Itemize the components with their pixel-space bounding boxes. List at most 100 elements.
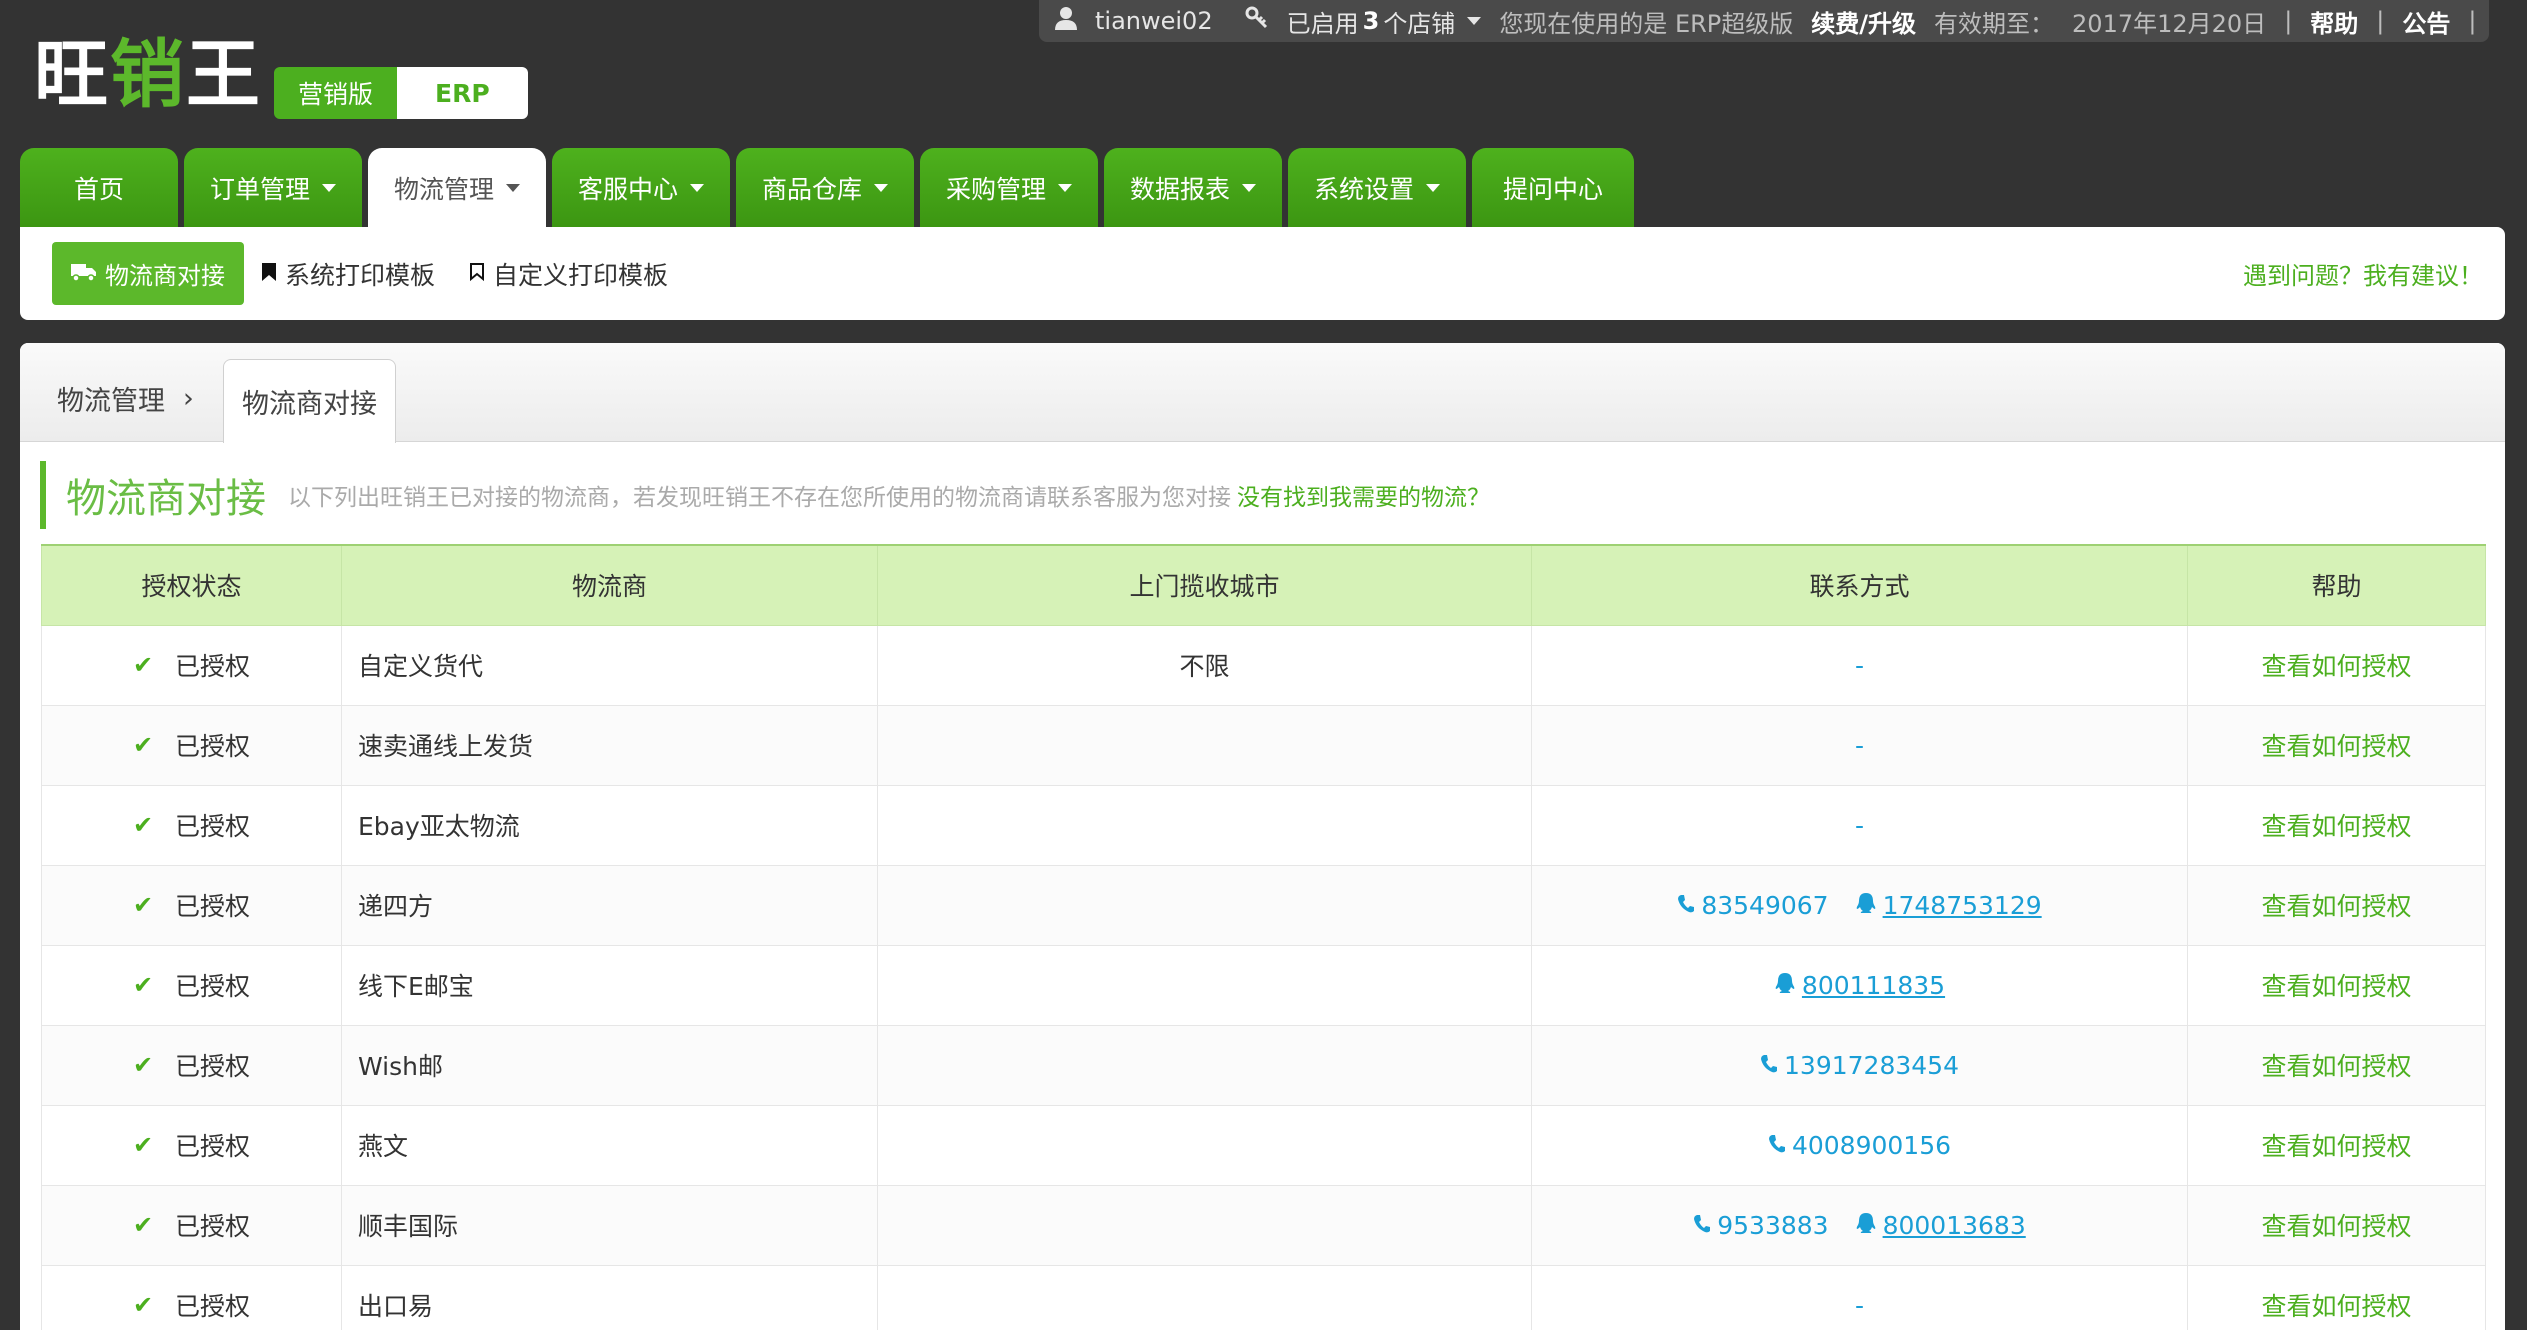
check-icon: ✔: [132, 891, 154, 919]
contact-cell: -: [1531, 1264, 2188, 1330]
erp-edition-button[interactable]: ERP: [397, 67, 528, 119]
how-to-authorize-link[interactable]: 查看如何授权: [2261, 1052, 2411, 1081]
phone-contact: 83549067: [1677, 891, 1829, 920]
marketing-edition-button[interactable]: 营销版: [274, 67, 398, 119]
nav-tab-customer-service[interactable]: 客服中心: [552, 148, 730, 227]
store-switcher[interactable]: 已启用 3 个店铺: [1287, 4, 1482, 39]
carrier-cell: 递四方: [341, 864, 878, 946]
feedback-link[interactable]: 遇到问题？我有建议！: [2243, 242, 2483, 305]
contact-info: 4008900156: [1768, 1131, 1951, 1160]
help-cell: 查看如何授权: [2187, 624, 2486, 706]
breadcrumb-parent[interactable]: 物流管理 ›: [57, 379, 194, 418]
edition-switch: 营销版 ERP: [274, 67, 528, 119]
contact-info: 13917283454: [1760, 1051, 1959, 1080]
qq-icon: [1774, 971, 1796, 1000]
nav-tab-logistics[interactable]: 物流管理: [368, 148, 546, 227]
nav-tab-label: 提问中心: [1502, 174, 1603, 204]
column-header: 授权状态: [41, 544, 342, 626]
nav-tab-orders[interactable]: 订单管理: [184, 148, 362, 227]
how-to-authorize-link[interactable]: 查看如何授权: [2261, 972, 2411, 1001]
nav-tab-questions[interactable]: 提问中心: [1472, 148, 1634, 227]
page-description: 以下列出旺销王已对接的物流商，若发现旺销王不存在您所使用的物流商请联系客服为您对…: [288, 485, 1231, 511]
subnav-label: 系统打印模板: [285, 260, 436, 290]
nav-tab-home[interactable]: 首页: [20, 148, 178, 227]
nav-tab-reports[interactable]: 数据报表: [1104, 148, 1282, 227]
nav-tab-purchasing[interactable]: 采购管理: [920, 148, 1098, 227]
username[interactable]: tianwei02: [1095, 7, 1213, 35]
check-icon: ✔: [132, 811, 154, 839]
status-cell: ✔ 已授权: [41, 784, 342, 866]
help-cell: 查看如何授权: [2187, 1104, 2486, 1186]
how-to-authorize-link[interactable]: 查看如何授权: [2261, 1292, 2411, 1321]
check-icon: ✔: [132, 1131, 154, 1159]
table-row: ✔ 已授权 Ebay亚太物流 - 查看如何授权: [41, 784, 2486, 866]
contact-cell: -: [1531, 624, 2188, 706]
how-to-authorize-link[interactable]: 查看如何授权: [2261, 892, 2411, 921]
status-text: 已授权: [175, 1132, 251, 1161]
logo[interactable]: 旺销王: [34, 38, 262, 112]
status-cell: ✔ 已授权: [41, 624, 342, 706]
help-link[interactable]: 帮助: [2310, 4, 2358, 39]
phone-icon: [1768, 1131, 1786, 1160]
separator: |: [2468, 7, 2477, 35]
check-icon: ✔: [132, 1051, 154, 1079]
chevron-down-icon: [874, 183, 888, 192]
table-row: ✔ 已授权 自定义货代 不限 - 查看如何授权: [41, 624, 2486, 706]
city-cell: [877, 784, 1532, 866]
nav-tab-label: 订单管理: [209, 174, 310, 204]
contact-cell: 83549067 1748753129: [1531, 864, 2188, 946]
how-to-authorize-link[interactable]: 查看如何授权: [2261, 732, 2411, 761]
how-to-authorize-link[interactable]: 查看如何授权: [2261, 652, 2411, 681]
announcement-link[interactable]: 公告: [2402, 4, 2450, 39]
phone-icon: [1677, 891, 1695, 920]
chevron-down-icon: [1426, 183, 1440, 192]
help-cell: 查看如何授权: [2187, 704, 2486, 786]
city-cell: [877, 864, 1532, 946]
nav-tab-label: 客服中心: [577, 174, 678, 204]
sub-nav: 物流商对接 系统打印模板 自定义打印模板 遇到问题？我有建议！: [20, 227, 2505, 320]
logo-char: 销: [110, 32, 186, 118]
phone-icon: [1693, 1211, 1711, 1240]
column-header: 联系方式: [1531, 544, 2188, 626]
table-row: ✔ 已授权 Wish邮 13917283454 查看如何授权: [41, 1024, 2486, 1106]
table-row: ✔ 已授权 顺丰国际 9533883 800013683 查看如何授权: [41, 1184, 2486, 1266]
phone-number: 9533883: [1717, 1210, 1829, 1240]
how-to-authorize-link[interactable]: 查看如何授权: [2261, 812, 2411, 841]
nav-tab-warehouse[interactable]: 商品仓库: [736, 148, 914, 227]
qq-contact[interactable]: 800111835: [1774, 971, 1945, 1000]
subnav-system-print-template[interactable]: 系统打印模板: [261, 242, 435, 305]
separator: |: [2376, 7, 2385, 35]
qq-contact[interactable]: 1748753129: [1855, 891, 2042, 920]
section-header: 物流商对接 以下列出旺销王已对接的物流商，若发现旺销王不存在您所使用的物流商请联…: [40, 461, 1490, 529]
chevron-down-icon: [690, 183, 704, 192]
separator: |: [2284, 7, 2293, 35]
nav-tab-label: 物流管理: [393, 174, 494, 204]
city-cell: 不限: [877, 624, 1532, 706]
breadcrumb: 物流管理 › 物流商对接: [20, 343, 2505, 443]
bookmark-outline-icon: [469, 259, 485, 288]
nav-tab-label: 系统设置: [1313, 174, 1414, 204]
how-to-authorize-link[interactable]: 查看如何授权: [2261, 1132, 2411, 1161]
table-row: ✔ 已授权 递四方 83549067 1748753129 查看如何授权: [41, 864, 2486, 946]
phone-contact: 9533883: [1693, 1210, 1829, 1240]
breadcrumb-current-tab[interactable]: 物流商对接: [223, 359, 396, 443]
nav-tab-settings[interactable]: 系统设置: [1288, 148, 1466, 227]
chevron-down-icon: [506, 183, 520, 192]
subnav-carrier-integration[interactable]: 物流商对接: [52, 242, 244, 305]
key-icon: [1245, 6, 1269, 36]
subnav-custom-print-template[interactable]: 自定义打印模板: [469, 242, 668, 305]
top-info-bar: tianwei02 已启用 3 个店铺 您现在使用的是 ERP超级版 续费/升级…: [1039, 0, 2489, 42]
status-cell: ✔ 已授权: [41, 1024, 342, 1106]
qq-link[interactable]: 1748753129: [1883, 891, 2042, 920]
qq-contact[interactable]: 800013683: [1855, 1211, 2026, 1240]
how-to-authorize-link[interactable]: 查看如何授权: [2261, 1212, 2411, 1241]
chevron-down-icon: [322, 183, 336, 192]
status-cell: ✔ 已授权: [41, 704, 342, 786]
chevron-right-icon: ›: [183, 383, 194, 414]
contact-info: 83549067 1748753129: [1677, 891, 2042, 920]
renew-link[interactable]: 续费/升级: [1811, 4, 1916, 39]
qq-link[interactable]: 800111835: [1802, 971, 1945, 1000]
qq-link[interactable]: 800013683: [1883, 1211, 2026, 1240]
missing-carrier-link[interactable]: 没有找到我需要的物流？: [1237, 478, 1490, 512]
truck-icon: [71, 260, 97, 288]
